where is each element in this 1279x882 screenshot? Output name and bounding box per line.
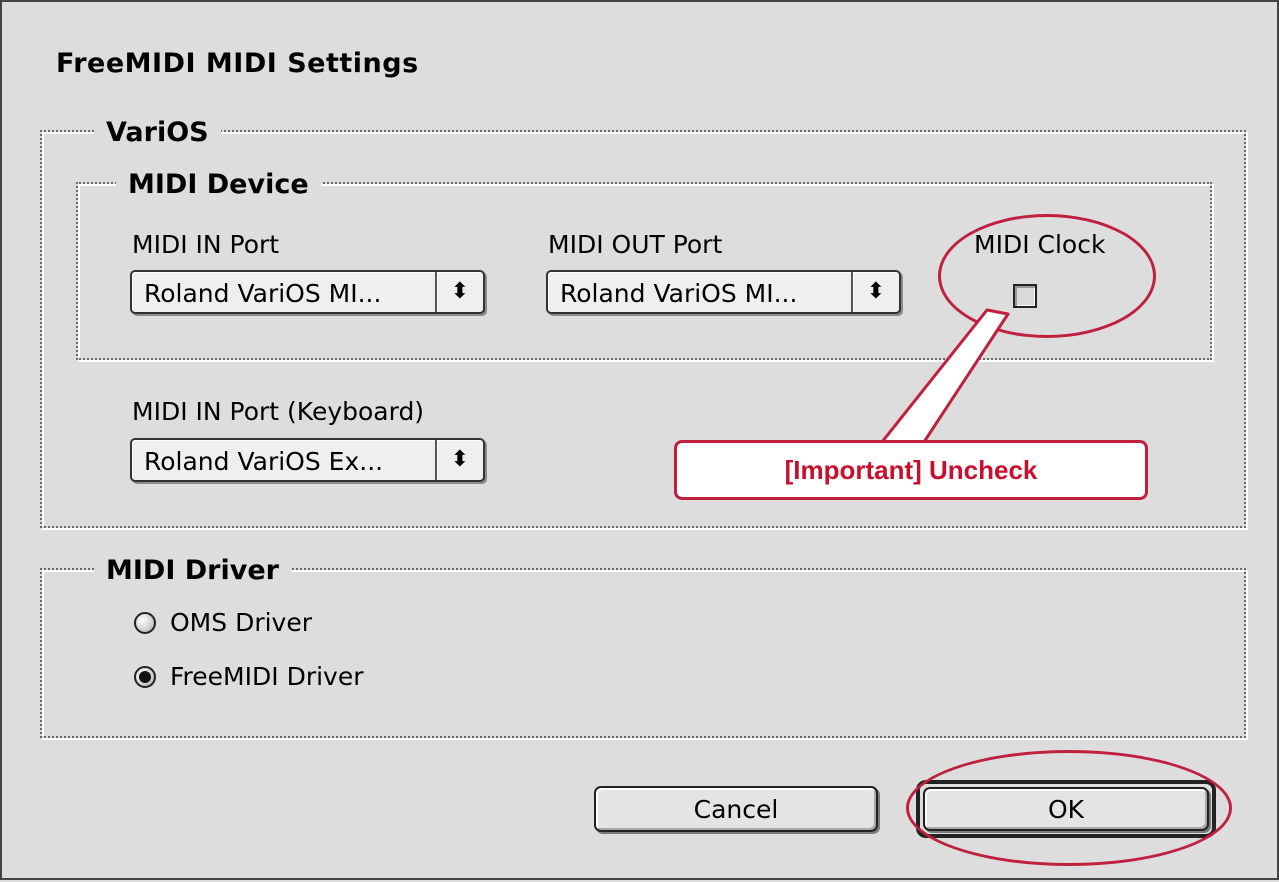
cancel-button[interactable]: Cancel — [594, 786, 878, 832]
up-down-arrows-icon: ⬍ — [851, 272, 899, 312]
midi-clock-highlight-ellipse — [938, 214, 1156, 338]
varios-group-legend: VariOS — [94, 118, 221, 148]
freemidi-driver-label[interactable]: FreeMIDI Driver — [170, 662, 364, 691]
midi-driver-group — [40, 568, 1246, 738]
ok-highlight-ellipse — [906, 750, 1232, 866]
midi-in-keyboard-popup[interactable]: Roland VariOS Ex... ⬍ — [130, 438, 485, 482]
midi-in-keyboard-label: MIDI IN Port (Keyboard) — [132, 397, 425, 426]
important-uncheck-callout: [Important] Uncheck — [674, 440, 1148, 500]
midi-out-port-popup[interactable]: Roland VariOS MI... ⬍ — [546, 270, 901, 314]
midi-driver-group-legend: MIDI Driver — [94, 556, 291, 586]
up-down-arrows-icon: ⬍ — [435, 440, 483, 480]
oms-driver-radio[interactable] — [134, 612, 156, 634]
midi-in-port-popup[interactable]: Roland VariOS MI... ⬍ — [130, 270, 485, 314]
midi-device-group-legend: MIDI Device — [116, 170, 321, 200]
up-down-arrows-icon: ⬍ — [435, 272, 483, 312]
midi-in-keyboard-value: Roland VariOS Ex... — [144, 447, 384, 476]
freemidi-settings-dialog: FreeMIDI MIDI Settings VariOS MIDI Devic… — [0, 0, 1279, 880]
oms-driver-label[interactable]: OMS Driver — [170, 608, 312, 637]
midi-out-port-value: Roland VariOS MI... — [560, 279, 798, 308]
midi-in-port-label: MIDI IN Port — [132, 230, 280, 259]
midi-in-port-value: Roland VariOS MI... — [144, 279, 382, 308]
dialog-title: FreeMIDI MIDI Settings — [56, 48, 419, 79]
freemidi-driver-radio[interactable] — [134, 666, 156, 688]
midi-out-port-label: MIDI OUT Port — [548, 230, 723, 259]
